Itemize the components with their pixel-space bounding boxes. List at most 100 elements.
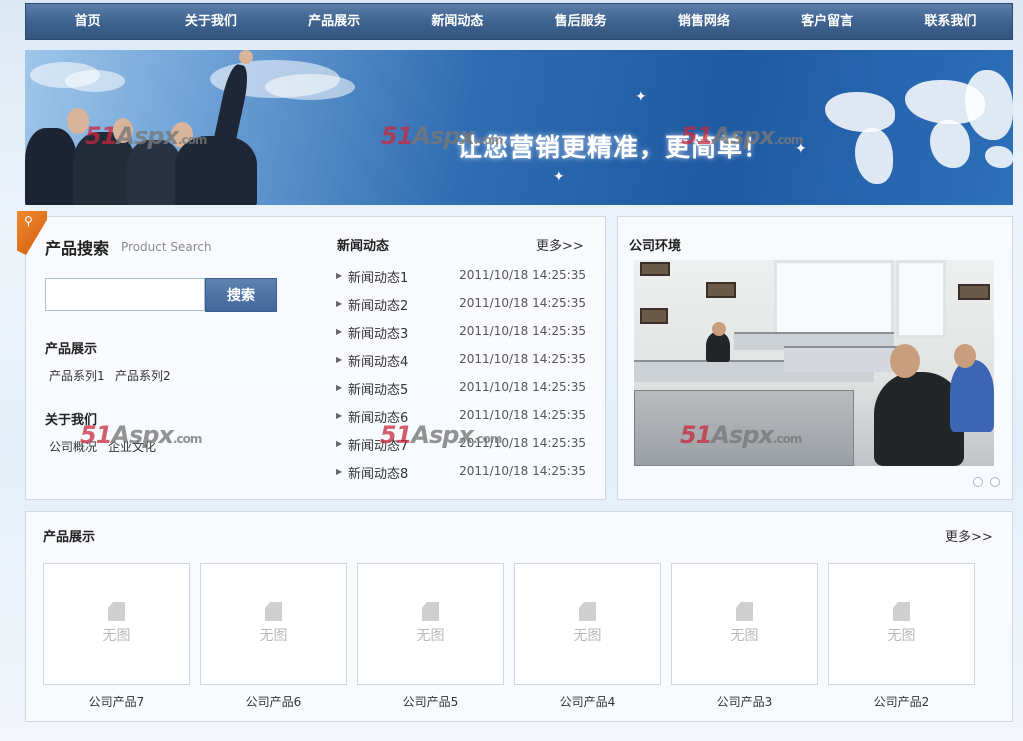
search-input[interactable] — [45, 278, 205, 311]
slider-dot[interactable] — [990, 477, 1000, 487]
no-image-text: 无图 — [887, 628, 916, 644]
news-item-title[interactable]: 新闻动态2 — [348, 295, 408, 314]
product-name[interactable]: 公司产品7 — [43, 693, 190, 710]
news-item-title[interactable]: 新闻动态1 — [348, 267, 408, 286]
worker-head — [890, 344, 920, 378]
no-image-text: 无图 — [416, 628, 445, 644]
nav-item-home[interactable]: 首页 — [26, 3, 149, 40]
worker-figure — [950, 360, 994, 432]
no-image-icon — [265, 602, 282, 621]
watermark-logo: 51Aspx.com — [680, 421, 802, 449]
no-image-text: 无图 — [259, 628, 288, 644]
worker-head — [954, 344, 976, 368]
nav-item-about[interactable]: 关于我们 — [149, 3, 272, 40]
environment-title: 公司环境 — [629, 239, 682, 254]
products-more-link[interactable]: 更多>> — [945, 526, 993, 545]
nav-item-guestbook[interactable]: 客户留言 — [766, 3, 889, 40]
nav-item-service[interactable]: 售后服务 — [519, 3, 642, 40]
nav-item-news[interactable]: 新闻动态 — [396, 3, 519, 40]
wall-picture — [706, 282, 736, 298]
news-item-date: 2011/10/18 14:25:35 — [459, 296, 586, 310]
no-image-icon — [736, 602, 753, 621]
news-item-title[interactable]: 新闻动态5 — [348, 379, 408, 398]
watermark-logo: 51Aspx.com — [80, 421, 202, 449]
watermark-logo: 51Aspx.com — [380, 421, 502, 449]
product-name[interactable]: 公司产品3 — [671, 693, 818, 710]
wall-picture — [958, 284, 990, 300]
map-shape — [930, 120, 970, 168]
window-shape — [896, 260, 946, 338]
nav-item-contact[interactable]: 联系我们 — [889, 3, 1012, 40]
map-shape — [855, 128, 893, 184]
no-image-icon — [893, 602, 910, 621]
product-card[interactable]: 无图 — [671, 563, 818, 685]
bullet-arrow-icon: ▶ — [336, 327, 343, 336]
wall-picture — [640, 308, 668, 324]
no-image-text: 无图 — [102, 628, 131, 644]
worker-head — [712, 322, 726, 336]
window-shape — [774, 260, 894, 338]
news-item-date: 2011/10/18 14:25:35 — [459, 380, 586, 394]
cubicle-partition — [784, 346, 904, 372]
product-name[interactable]: 公司产品2 — [828, 693, 975, 710]
map-shape — [965, 70, 1013, 140]
watermark-logo: 51Aspx.com — [381, 122, 503, 150]
cloud-shape — [265, 74, 355, 100]
news-item-date: 2011/10/18 14:25:35 — [459, 408, 586, 422]
no-image-icon — [422, 602, 439, 621]
news-item: ▶ 新闻动态2 2011/10/18 14:25:35 — [336, 295, 586, 315]
news-item-date: 2011/10/18 14:25:35 — [459, 324, 586, 338]
main-nav: 首页 关于我们 产品展示 新闻动态 售后服务 销售网络 客户留言 联系我们 — [25, 3, 1013, 40]
map-shape — [825, 92, 895, 132]
product-category-link[interactable]: 产品系列2 — [115, 367, 171, 384]
search-button[interactable]: 搜索 — [205, 278, 277, 312]
news-item-title[interactable]: 新闻动态4 — [348, 351, 408, 370]
news-item: ▶ 新闻动态3 2011/10/18 14:25:35 — [336, 323, 586, 343]
person-figure — [25, 128, 77, 205]
bullet-arrow-icon: ▶ — [336, 467, 343, 476]
bullet-arrow-icon: ▶ — [336, 355, 343, 364]
no-image-icon — [579, 602, 596, 621]
bullet-arrow-icon: ▶ — [336, 271, 343, 280]
product-search-subtitle: Product Search — [121, 240, 212, 254]
cloud-shape — [65, 70, 125, 92]
worker-figure — [706, 332, 730, 362]
hero-banner: ✦ ✦ ✦ 让您营销更精准，更简单！ 51Aspx.com 51Aspx.com… — [25, 50, 1013, 205]
sparkle-icon: ✦ — [553, 169, 565, 185]
no-image-icon — [108, 602, 125, 621]
search-icon: ⚲ — [24, 214, 33, 228]
no-image-text: 无图 — [730, 628, 759, 644]
product-name[interactable]: 公司产品6 — [200, 693, 347, 710]
product-card[interactable]: 无图 — [200, 563, 347, 685]
news-item: ▶ 新闻动态4 2011/10/18 14:25:35 — [336, 351, 586, 371]
nav-item-products[interactable]: 产品展示 — [273, 3, 396, 40]
news-item-date: 2011/10/18 14:25:35 — [459, 464, 586, 478]
product-category-title: 产品展示 — [45, 342, 98, 357]
watermark-logo: 51Aspx.com — [681, 122, 803, 150]
bullet-arrow-icon: ▶ — [336, 383, 343, 392]
news-item-title[interactable]: 新闻动态3 — [348, 323, 408, 342]
news-item-title[interactable]: 新闻动态8 — [348, 463, 408, 482]
product-search-title: 产品搜索 — [45, 239, 110, 258]
products-title: 产品展示 — [43, 530, 96, 545]
product-name[interactable]: 公司产品5 — [357, 693, 504, 710]
product-card[interactable]: 无图 — [43, 563, 190, 685]
product-card[interactable]: 无图 — [514, 563, 661, 685]
watermark-logo: 51Aspx.com — [85, 122, 207, 150]
news-item-date: 2011/10/18 14:25:35 — [459, 268, 586, 282]
news-item: ▶ 新闻动态5 2011/10/18 14:25:35 — [336, 379, 586, 399]
product-card[interactable]: 无图 — [828, 563, 975, 685]
slider-dot[interactable] — [973, 477, 983, 487]
news-more-link[interactable]: 更多>> — [536, 235, 584, 254]
bullet-arrow-icon: ▶ — [336, 299, 343, 308]
wall-picture — [640, 262, 670, 276]
product-card[interactable]: 无图 — [357, 563, 504, 685]
nav-item-sales-network[interactable]: 销售网络 — [642, 3, 765, 40]
bullet-arrow-icon: ▶ — [336, 411, 343, 420]
raised-hand — [239, 50, 253, 64]
map-shape — [985, 146, 1013, 168]
news-title: 新闻动态 — [337, 239, 390, 254]
product-category-link[interactable]: 产品系列1 — [49, 367, 105, 384]
product-name[interactable]: 公司产品4 — [514, 693, 661, 710]
news-item-date: 2011/10/18 14:25:35 — [459, 352, 586, 366]
